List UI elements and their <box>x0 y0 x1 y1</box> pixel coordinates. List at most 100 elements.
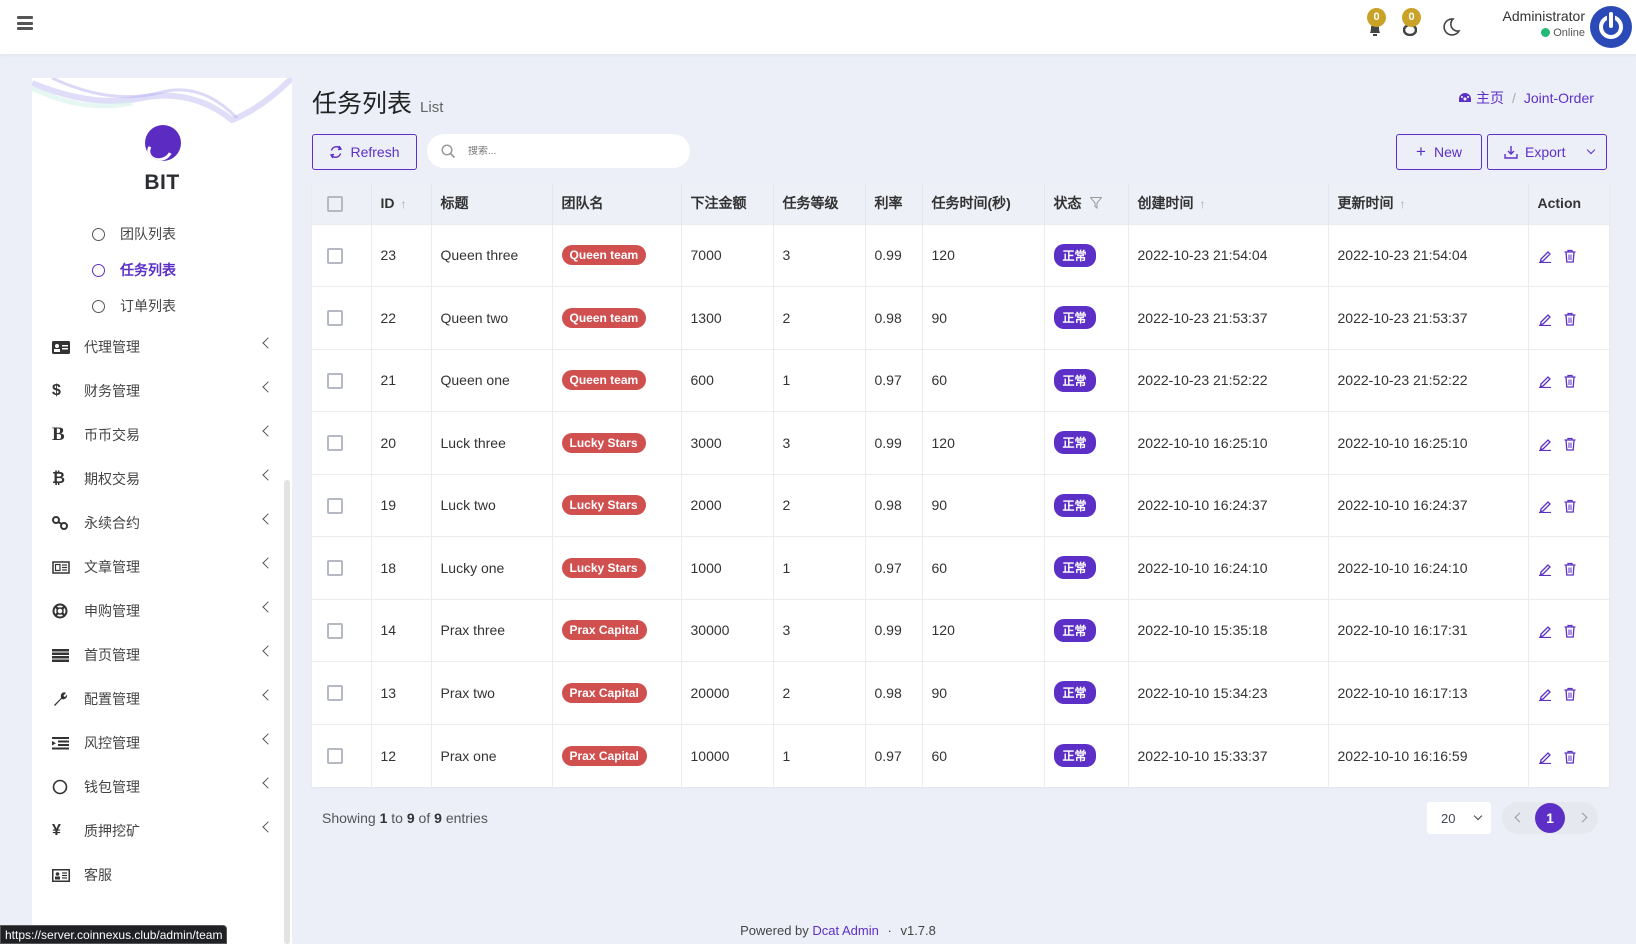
footer-dcat-link[interactable]: Dcat Admin <box>812 923 878 938</box>
sidebar-item-agent[interactable]: 代理管理 <box>52 333 274 361</box>
cell-title: Lucky one <box>431 536 553 599</box>
row-checkbox[interactable] <box>327 622 343 639</box>
life-ring-icon <box>52 603 74 619</box>
sort-arrow-icon[interactable]: ↑ <box>401 197 407 211</box>
sidebar-item-spot-trading[interactable]: B 币币交易 <box>52 421 274 449</box>
sort-arrow-icon[interactable]: ↑ <box>1200 197 1206 211</box>
delete-trash-icon[interactable] <box>1563 750 1577 764</box>
sidebar-item-customer-service[interactable]: 客服 <box>52 861 272 889</box>
page-button-current[interactable]: 1 <box>1535 803 1565 833</box>
delete-trash-icon[interactable] <box>1563 562 1577 576</box>
sidebar-item-finance[interactable]: $ 财务管理 <box>52 377 274 405</box>
row-checkbox[interactable] <box>327 748 343 765</box>
bitcoin-icon: ₿ <box>52 470 66 487</box>
edit-icon[interactable] <box>1538 499 1552 514</box>
breadcrumb-current[interactable]: Joint-Order <box>1524 90 1594 106</box>
decorative-wave <box>32 78 292 124</box>
delete-trash-icon[interactable] <box>1563 437 1577 451</box>
row-checkbox[interactable] <box>327 310 343 327</box>
edit-icon[interactable] <box>1538 249 1552 264</box>
team-badge: Prax Capital <box>561 745 647 766</box>
edit-icon[interactable] <box>1538 687 1552 701</box>
indent-icon <box>52 736 74 750</box>
circle-icon <box>92 227 105 241</box>
sidebar-item-perpetual[interactable]: 永续合约 <box>52 509 274 537</box>
sidebar-subitem-task-list[interactable]: 任务列表 <box>92 258 176 282</box>
per-page-select[interactable]: 20 <box>1427 802 1491 834</box>
cell-status: 正常 <box>1044 223 1129 287</box>
export-dropdown-chevron-icon[interactable] <box>1586 145 1596 155</box>
search-box[interactable] <box>427 134 690 168</box>
row-checkbox[interactable] <box>327 497 343 514</box>
cell-created: 2022-10-10 15:35:18 <box>1128 598 1329 662</box>
sidebar-item-articles[interactable]: 文章管理 <box>52 553 274 581</box>
footer: Powered by Dcat Admin · v1.7.8 <box>0 923 1636 938</box>
user-avatar[interactable] <box>1590 6 1632 48</box>
messages-button[interactable]: 0 <box>1399 8 1423 38</box>
prev-page-button[interactable] <box>1514 812 1525 823</box>
column-header-created[interactable]: 创建时间 ↑ <box>1128 183 1329 224</box>
next-page-button[interactable] <box>1577 812 1588 823</box>
status-badge: 正常 <box>1053 243 1096 267</box>
menu-toggle-icon[interactable] <box>17 16 33 30</box>
sidebar-item-config[interactable]: 配置管理 <box>52 685 274 713</box>
new-button[interactable]: + New <box>1396 134 1482 170</box>
new-label: New <box>1433 144 1462 160</box>
row-checkbox[interactable] <box>327 685 343 702</box>
delete-trash-icon[interactable] <box>1563 312 1577 326</box>
select-all-checkbox[interactable] <box>327 195 343 212</box>
edit-icon[interactable] <box>1538 312 1552 326</box>
user-info[interactable]: Administrator Online <box>1485 8 1585 39</box>
row-checkbox[interactable] <box>327 372 343 389</box>
edit-icon[interactable] <box>1538 374 1552 389</box>
sort-arrow-icon[interactable]: ↑ <box>1400 197 1406 211</box>
delete-trash-icon[interactable] <box>1563 249 1577 264</box>
column-header-id[interactable]: ID ↑ <box>371 183 432 224</box>
sidebar-item-options-trading[interactable]: ₿ 期权交易 <box>52 465 274 493</box>
filter-icon[interactable] <box>1088 197 1103 210</box>
edit-icon[interactable] <box>1538 437 1552 451</box>
delete-trash-icon[interactable] <box>1563 624 1577 639</box>
delete-trash-icon[interactable] <box>1563 687 1577 701</box>
sidebar-subitem-order-list[interactable]: 订单列表 <box>92 294 176 318</box>
breadcrumb-home-link[interactable]: 主页 <box>1476 88 1504 108</box>
refresh-button[interactable]: Refresh <box>312 134 417 170</box>
table-row: 23 Queen three Queen team 7000 3 0.99 12… <box>312 223 1609 287</box>
sidebar-item-wallet[interactable]: 钱包管理 <box>52 773 274 801</box>
user-name: Administrator <box>1502 8 1585 24</box>
sidebar-item-homepage[interactable]: 首页管理 <box>52 641 274 669</box>
search-input[interactable] <box>468 145 668 157</box>
sidebar-scrollbar[interactable] <box>284 480 290 944</box>
sidebar-subitem-team-list[interactable]: 团队列表 <box>92 222 176 246</box>
edit-icon[interactable] <box>1538 750 1552 764</box>
edit-icon[interactable] <box>1538 562 1552 576</box>
cell-team: Lucky Stars <box>552 411 682 474</box>
row-checkbox[interactable] <box>327 435 343 452</box>
dark-mode-moon-icon[interactable] <box>1440 16 1462 38</box>
export-button[interactable]: Export <box>1487 134 1607 170</box>
sidebar-item-risk-control[interactable]: 风控管理 <box>52 729 274 757</box>
cell-rate: 0.97 <box>865 723 923 787</box>
sidebar-item-label: 质押挖矿 <box>84 823 140 839</box>
row-select-cell <box>312 223 372 287</box>
notifications-button[interactable]: 0 <box>1364 8 1388 38</box>
sidebar-item-subscription[interactable]: 申购管理 <box>52 597 274 625</box>
cell-rate: 0.97 <box>865 348 923 412</box>
team-badge: Queen team <box>561 245 647 266</box>
row-checkbox[interactable] <box>327 560 343 577</box>
cell-actions <box>1528 223 1609 287</box>
brand-logo[interactable] <box>145 125 181 161</box>
delete-trash-icon[interactable] <box>1563 374 1577 389</box>
cell-amount: 7000 <box>681 223 774 287</box>
sidebar-item-staking[interactable]: ¥ 质押挖矿 <box>52 817 274 845</box>
row-checkbox[interactable] <box>327 247 343 264</box>
cell-team: Lucky Stars <box>552 473 682 537</box>
cell-id: 14 <box>371 598 432 662</box>
messages-count-badge: 0 <box>1402 8 1421 27</box>
cell-actions <box>1528 536 1609 599</box>
column-header-updated[interactable]: 更新时间 ↑ <box>1328 183 1529 224</box>
delete-trash-icon[interactable] <box>1563 499 1577 514</box>
team-badge: Prax Capital <box>561 682 647 703</box>
edit-icon[interactable] <box>1538 624 1552 639</box>
cell-status: 正常 <box>1044 661 1129 724</box>
